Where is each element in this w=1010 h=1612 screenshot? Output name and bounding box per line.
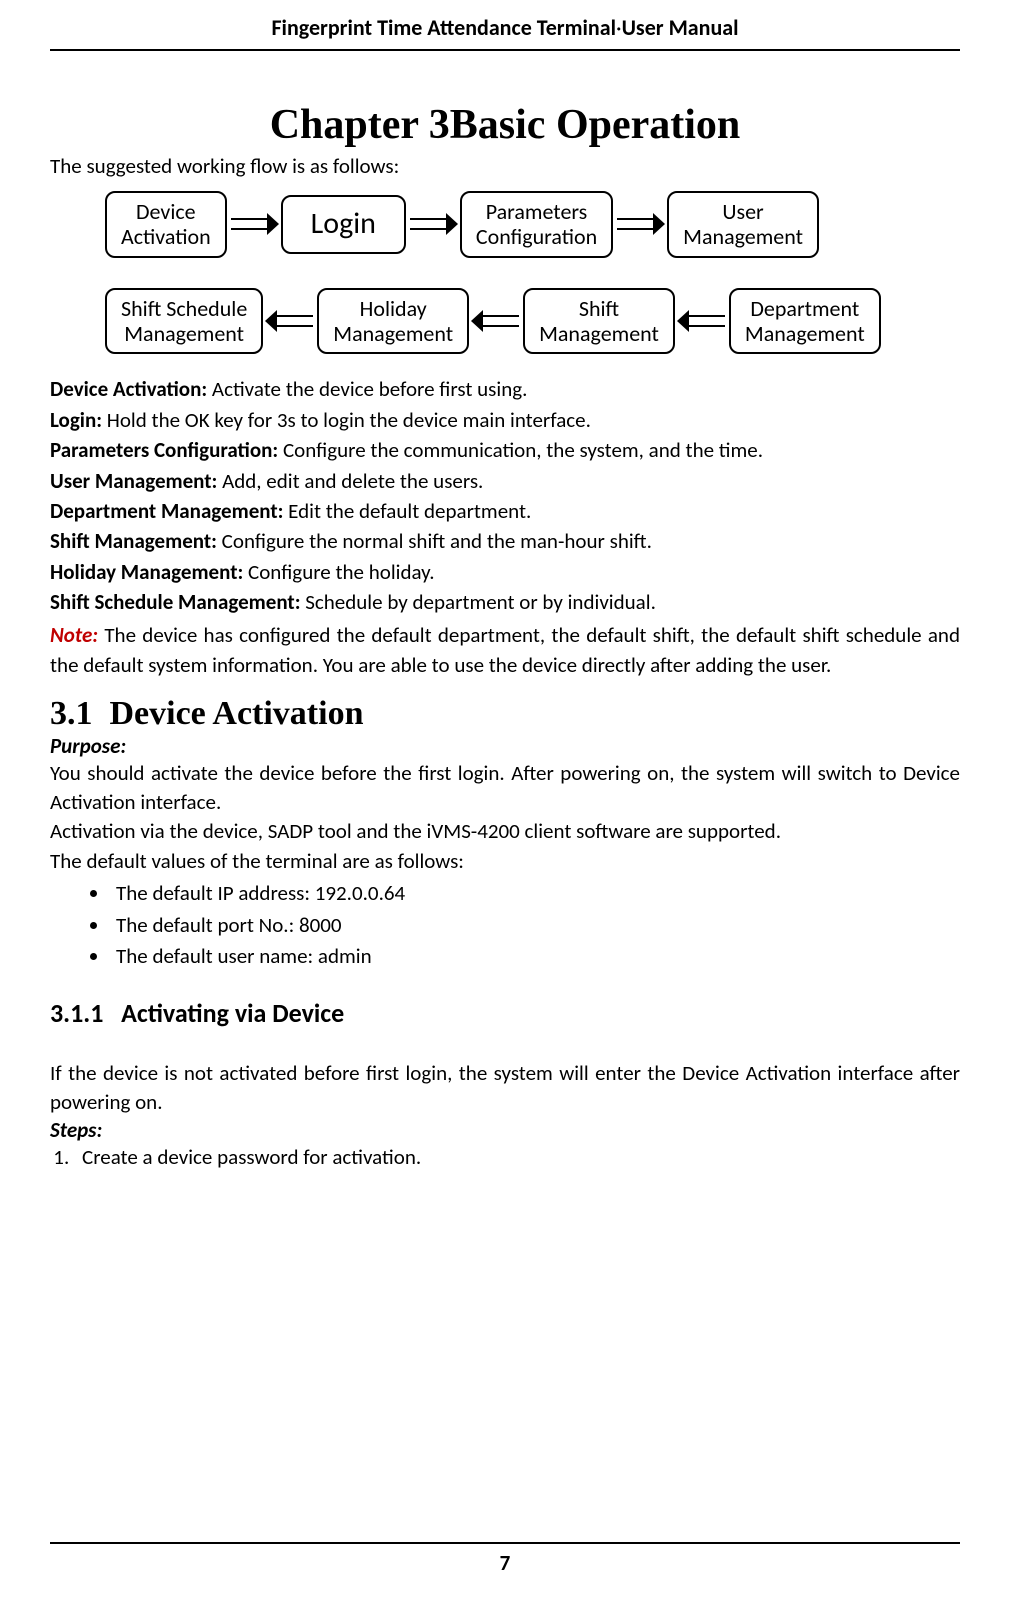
chapter-name: Basic Operation	[450, 102, 741, 148]
def-user-management: User Management: Add, edit and delete th…	[50, 466, 960, 496]
intro-text: The suggested working flow is as follows…	[50, 153, 960, 179]
def-holiday-management: Holiday Management: Configure the holida…	[50, 557, 960, 587]
arrow-right-icon	[615, 209, 665, 239]
def-parameters-config: Parameters Configuration: Configure the …	[50, 435, 960, 465]
definitions-block: Device Activation: Activate the device b…	[50, 374, 960, 618]
steps-label: Steps:	[50, 1117, 960, 1143]
purpose-p1: You should activate the device before th…	[50, 759, 960, 818]
def-shift-schedule-management: Shift Schedule Management: Schedule by d…	[50, 587, 960, 617]
arrow-right-icon	[408, 209, 458, 239]
chapter-label: Chapter 3	[270, 102, 450, 148]
default-port: The default port No.: 8000	[110, 910, 960, 942]
step-1: Create a device password for activation.	[74, 1143, 960, 1172]
steps-list: Create a device password for activation.	[74, 1143, 960, 1172]
flow-box-shift-management: Shift Management	[523, 288, 675, 355]
def-shift-management: Shift Management: Configure the normal s…	[50, 526, 960, 556]
purpose-p2: Activation via the device, SADP tool and…	[50, 817, 960, 846]
default-username: The default user name: admin	[110, 941, 960, 973]
def-login: Login: Hold the OK key for 3s to login t…	[50, 405, 960, 435]
subsection-heading: 3.1.1 Activating via Device	[50, 997, 960, 1029]
purpose-label: Purpose:	[50, 733, 960, 759]
workflow-diagram: Device Activation Login Parameters Confi…	[105, 191, 905, 354]
subsection-title: Activating via Device	[121, 997, 344, 1029]
page-header: Fingerprint Time Attendance Terminal·Use…	[50, 0, 960, 51]
page-number: 7	[500, 1550, 511, 1576]
flow-box-shift-schedule: Shift Schedule Management	[105, 288, 263, 355]
flow-row-1: Device Activation Login Parameters Confi…	[105, 191, 905, 258]
header-doc: User Manual	[622, 14, 739, 41]
note-text: The device has configured the default de…	[50, 622, 960, 678]
note-label: Note:	[50, 622, 98, 648]
arrow-right-icon	[229, 209, 279, 239]
flow-box-login: Login	[281, 195, 406, 254]
def-device-activation: Device Activation: Activate the device b…	[50, 374, 960, 404]
section-title: Device Activation	[110, 695, 364, 732]
flow-box-device-activation: Device Activation	[105, 191, 227, 258]
arrow-left-icon	[471, 306, 521, 336]
arrow-left-icon	[677, 306, 727, 336]
default-ip: The default IP address: 192.0.0.64	[110, 878, 960, 910]
def-department-management: Department Management: Edit the default …	[50, 496, 960, 526]
flow-box-user-management: User Management	[667, 191, 819, 258]
defaults-list: The default IP address: 192.0.0.64 The d…	[110, 878, 960, 973]
flow-box-parameters-config: Parameters Configuration	[460, 191, 613, 258]
subsection-body: If the device is not activated before fi…	[50, 1059, 960, 1118]
arrow-left-icon	[265, 306, 315, 336]
page-footer: 7	[50, 1542, 960, 1576]
note-block: Note: The device has configured the defa…	[50, 620, 960, 681]
chapter-title: Chapter 3Basic Operation	[50, 101, 960, 149]
flow-box-department-management: Department Management	[729, 288, 881, 355]
purpose-p3: The default values of the terminal are a…	[50, 847, 960, 876]
header-product: Fingerprint Time Attendance Terminal	[271, 14, 616, 41]
subsection-number: 3.1.1	[50, 997, 103, 1029]
flow-box-holiday-management: Holiday Management	[317, 288, 469, 355]
section-number: 3.1	[50, 695, 93, 732]
flow-row-2: Shift Schedule Management Holiday Manage…	[105, 288, 905, 355]
section-heading: 3.1 Device Activation	[50, 695, 960, 733]
